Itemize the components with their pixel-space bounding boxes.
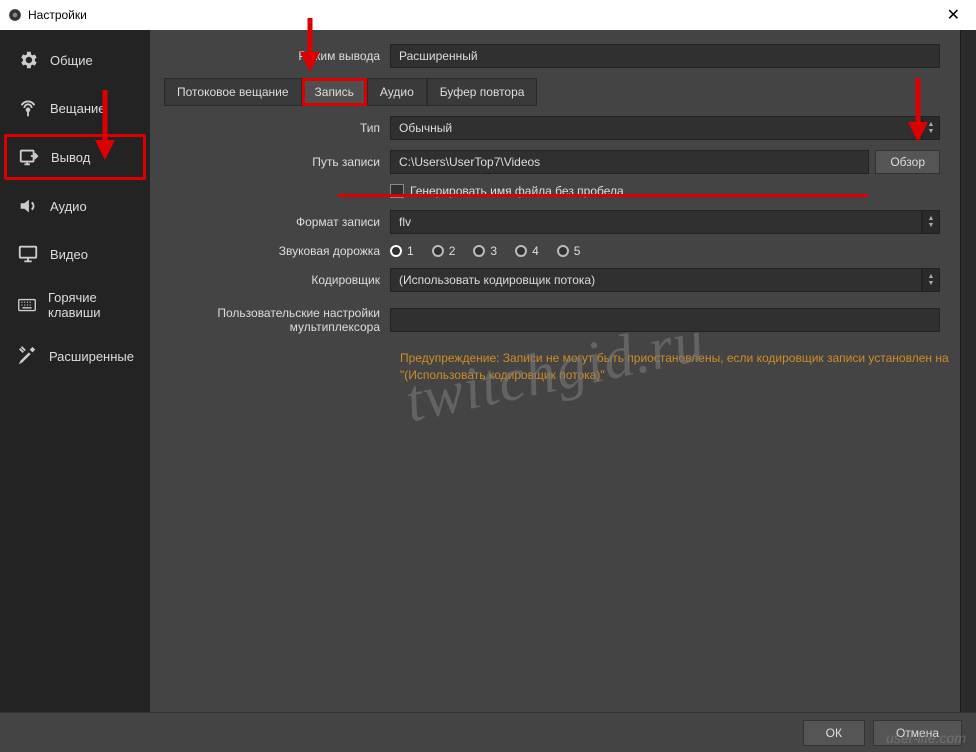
sidebar: Общие Вещание Вывод Аудио Видео Горячие … — [0, 30, 150, 712]
track-radio-2[interactable]: 2 — [432, 244, 456, 258]
rec-path-input[interactable]: C:\Users\UserTop7\Videos — [390, 150, 869, 174]
nospace-label: Генерировать имя файла без пробела — [410, 184, 624, 198]
sidebar-item-general[interactable]: Общие — [4, 38, 146, 82]
close-button[interactable]: ✕ — [939, 5, 968, 25]
track-radio-3[interactable]: 3 — [473, 244, 497, 258]
output-icon — [17, 145, 41, 169]
scrollbar[interactable] — [960, 30, 976, 712]
encoder-label: Кодировщик — [250, 273, 390, 287]
rec-format-spinner[interactable]: ▲▼ — [922, 210, 940, 234]
rec-type-select[interactable]: Обычный — [390, 116, 922, 140]
sidebar-item-label: Расширенные — [49, 349, 134, 364]
ok-button[interactable]: ОК — [803, 720, 865, 746]
output-mode-label: Режим вывода — [150, 49, 390, 63]
dialog-footer: ОК Отмена user-life.com — [0, 712, 976, 752]
output-mode-select[interactable]: Расширенный — [390, 44, 940, 68]
muxer-label: Пользовательские настройки мультиплексор… — [150, 306, 390, 334]
sidebar-item-hotkeys[interactable]: Горячие клавиши — [4, 280, 146, 330]
app-icon — [8, 8, 22, 22]
sidebar-item-label: Видео — [50, 247, 88, 262]
sidebar-item-stream[interactable]: Вещание — [4, 86, 146, 130]
rec-path-label: Путь записи — [250, 155, 390, 169]
sidebar-item-video[interactable]: Видео — [4, 232, 146, 276]
rec-type-label: Тип — [250, 121, 390, 135]
nospace-checkbox[interactable] — [390, 184, 404, 198]
browse-button[interactable]: Обзор — [875, 150, 940, 174]
window-title: Настройки — [28, 8, 87, 22]
sidebar-item-audio[interactable]: Аудио — [4, 184, 146, 228]
encoder-warning: Предупреждение: Записи не могут быть при… — [400, 350, 950, 384]
encoder-spinner[interactable]: ▲▼ — [922, 268, 940, 292]
tab-replay-buffer[interactable]: Буфер повтора — [427, 78, 538, 106]
titlebar: Настройки ✕ — [0, 0, 976, 30]
antenna-icon — [16, 96, 40, 120]
sidebar-item-output[interactable]: Вывод — [4, 134, 146, 180]
track-radio-5[interactable]: 5 — [557, 244, 581, 258]
audio-track-group: 1 2 3 4 5 — [390, 244, 580, 258]
gear-icon — [16, 48, 40, 72]
sidebar-item-advanced[interactable]: Расширенные — [4, 334, 146, 378]
monitor-icon — [16, 242, 40, 266]
tab-streaming[interactable]: Потоковое вещание — [164, 78, 302, 106]
muxer-input[interactable] — [390, 308, 940, 332]
sidebar-item-label: Горячие клавиши — [48, 290, 134, 320]
rec-format-select[interactable]: flv — [390, 210, 922, 234]
track-radio-4[interactable]: 4 — [515, 244, 539, 258]
sidebar-item-label: Общие — [50, 53, 93, 68]
keyboard-icon — [16, 293, 38, 317]
audio-track-label: Звуковая дорожка — [250, 244, 390, 258]
output-tabs: Потоковое вещание Запись Аудио Буфер пов… — [164, 78, 950, 106]
encoder-select[interactable]: (Использовать кодировщик потока) — [390, 268, 922, 292]
rec-format-label: Формат записи — [250, 215, 390, 229]
tab-audio[interactable]: Аудио — [367, 78, 427, 106]
sidebar-item-label: Вещание — [50, 101, 106, 116]
cancel-button[interactable]: Отмена — [873, 720, 962, 746]
sidebar-item-label: Вывод — [51, 150, 90, 165]
main-panel: Режим вывода Расширенный Потоковое вещан… — [150, 30, 960, 712]
track-radio-1[interactable]: 1 — [390, 244, 414, 258]
sidebar-item-label: Аудио — [50, 199, 87, 214]
speaker-icon — [16, 194, 40, 218]
tools-icon — [16, 344, 39, 368]
tab-recording[interactable]: Запись — [302, 78, 367, 106]
rec-type-spinner[interactable]: ▲▼ — [922, 116, 940, 140]
